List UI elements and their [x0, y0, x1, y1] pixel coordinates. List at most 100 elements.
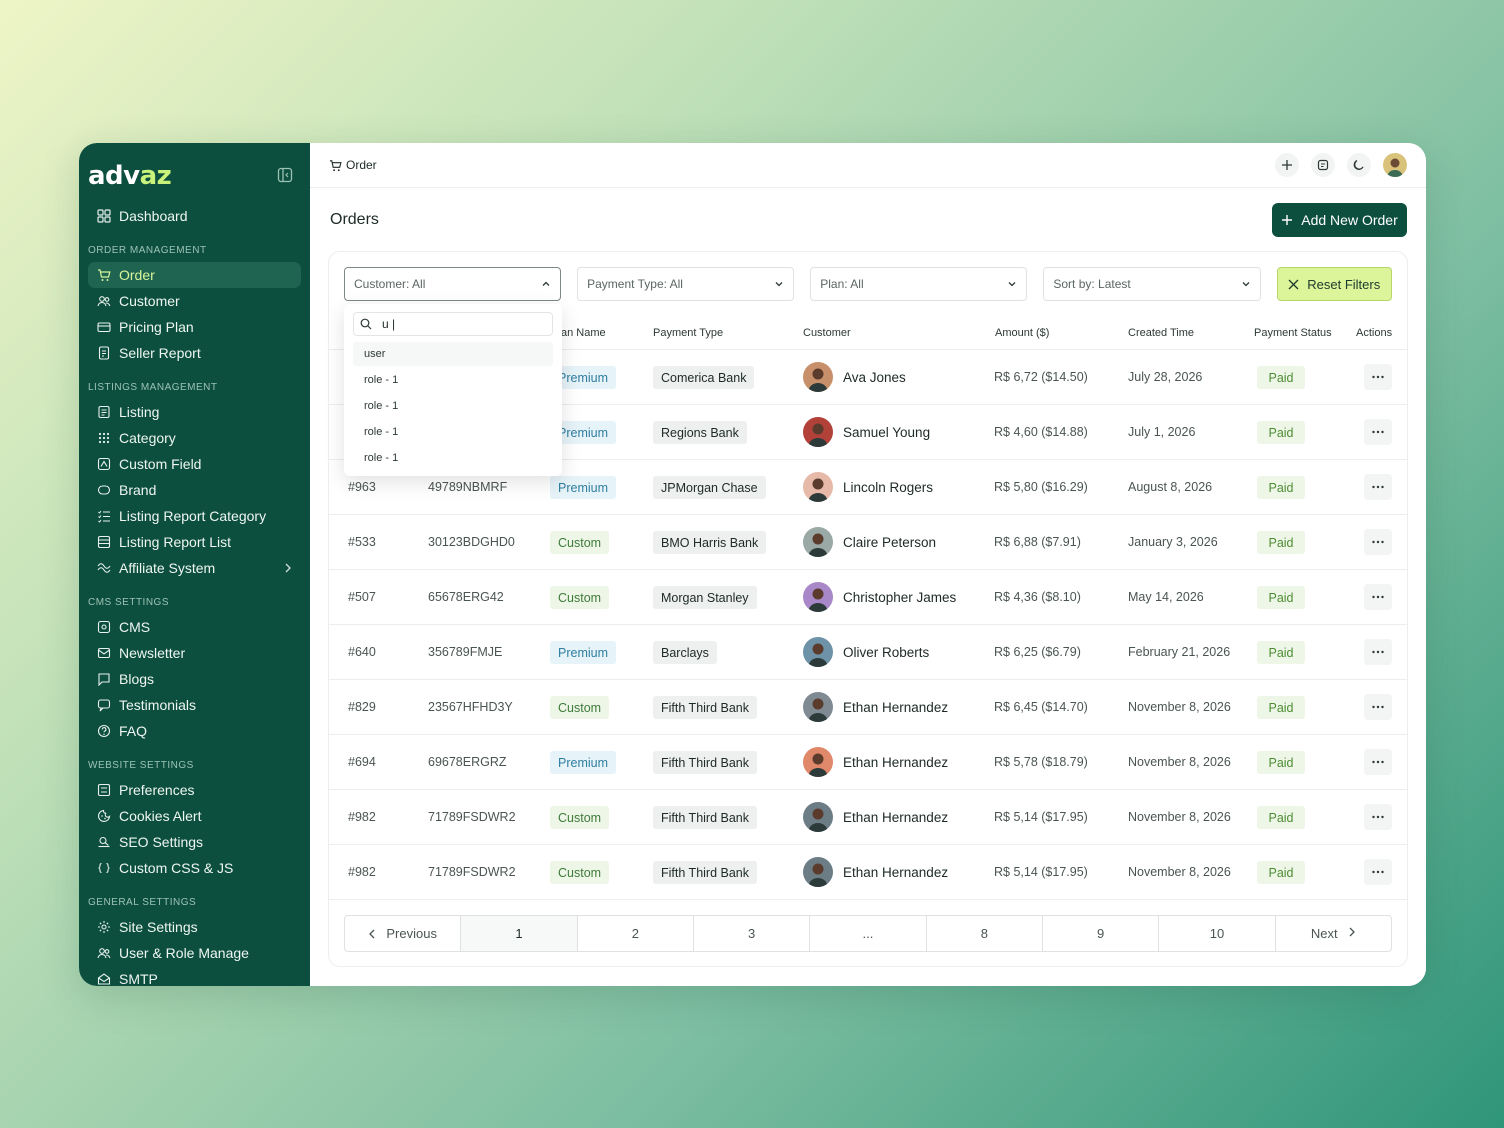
sidebar-item-user-role-manage[interactable]: User & Role Manage — [88, 940, 301, 966]
sidebar-item-brand[interactable]: Brand — [88, 477, 301, 503]
row-actions-button[interactable] — [1364, 859, 1392, 885]
row-actions-button[interactable] — [1364, 694, 1392, 720]
previous-page-button[interactable]: Previous — [345, 916, 462, 951]
dropdown-option[interactable]: user — [353, 342, 553, 366]
notes-icon[interactable] — [1311, 153, 1335, 177]
row-actions-button[interactable] — [1364, 804, 1392, 830]
sidebar-item-seller-report[interactable]: Seller Report — [88, 340, 301, 366]
customer-name[interactable]: Samuel Young — [843, 425, 930, 440]
plus-icon[interactable] — [1275, 153, 1299, 177]
sort-filter[interactable]: Sort by: Latest — [1043, 267, 1261, 301]
table-row[interactable]: #640 356789FMJE Premium Barclays Oliver Robe… — [329, 625, 1407, 680]
sidebar-item-listing-report-category[interactable]: Listing Report Category — [88, 503, 301, 529]
row-actions-button[interactable] — [1364, 364, 1392, 390]
chat-icon — [97, 698, 111, 712]
add-new-order-button[interactable]: Add New Order — [1272, 203, 1407, 237]
customer-name[interactable]: Ava Jones — [843, 370, 906, 385]
customer-name[interactable]: Christopher James — [843, 590, 956, 605]
created-time: November 8, 2026 — [1128, 755, 1231, 769]
blog-icon — [97, 672, 111, 686]
mail-icon — [97, 972, 111, 986]
row-actions-button[interactable] — [1364, 529, 1392, 555]
header-payment-type[interactable]: Payment Type — [653, 327, 723, 339]
page-button[interactable]: 9 — [1043, 916, 1160, 951]
table-row[interactable]: #829 23567HFHD3Y Custom Fifth Third Bank Eth… — [329, 680, 1407, 735]
amount: R$ 4,60 ($14.88) — [994, 425, 1088, 439]
sidebar-item-dashboard[interactable]: Dashboard — [88, 203, 301, 229]
sidebar-item-affiliate-system[interactable]: Affiliate System — [88, 555, 301, 581]
sidebar-item-site-settings[interactable]: Site Settings — [88, 914, 301, 940]
sidebar-item-custom-css-js[interactable]: Custom CSS & JS — [88, 855, 301, 881]
dropdown-option[interactable]: role - 1 — [353, 394, 553, 418]
customer-name[interactable]: Ethan Hernandez — [843, 755, 948, 770]
customer-name[interactable]: Claire Peterson — [843, 535, 936, 550]
header-amount[interactable]: Amount ($) — [995, 327, 1049, 339]
page-button[interactable]: 8 — [927, 916, 1043, 951]
sidebar-item-cms[interactable]: CMS — [88, 614, 301, 640]
sort-filter-label: Sort by: Latest — [1053, 277, 1131, 291]
chevron-up-icon — [542, 281, 550, 286]
row-actions-button[interactable] — [1364, 419, 1392, 445]
page-button[interactable]: 2 — [578, 916, 694, 951]
sidebar-item-blogs[interactable]: Blogs — [88, 666, 301, 692]
sidebar-item-cookies-alert[interactable]: Cookies Alert — [88, 803, 301, 829]
sidebar-item-faq[interactable]: FAQ — [88, 718, 301, 744]
reset-filters-button[interactable]: Reset Filters — [1276, 267, 1392, 301]
page-button[interactable]: 10 — [1159, 916, 1276, 951]
logo[interactable]: advaz — [88, 161, 172, 191]
user-avatar[interactable] — [1383, 153, 1407, 177]
sidebar-item-listing-report-list[interactable]: Listing Report List — [88, 529, 301, 555]
sidebar-item-preferences[interactable]: Preferences — [88, 777, 301, 803]
header-payment-status[interactable]: Payment Status — [1254, 327, 1332, 339]
customer-name[interactable]: Lincoln Rogers — [843, 480, 933, 495]
sidebar-item-customer[interactable]: Customer — [88, 288, 301, 314]
table-row[interactable]: #507 65678ERG42 Custom Morgan Stanley Christ… — [329, 570, 1407, 625]
cart-icon — [97, 268, 111, 282]
dropdown-search-input[interactable]: u | — [353, 312, 553, 336]
sidebar-item-listing[interactable]: Listing — [88, 399, 301, 425]
next-page-button[interactable]: Next — [1276, 916, 1391, 951]
table-row[interactable]: #982 71789FSDWR2 Custom Fifth Third Bank Eth… — [329, 845, 1407, 900]
row-actions-button[interactable] — [1364, 749, 1392, 775]
customer-name[interactable]: Ethan Hernandez — [843, 700, 948, 715]
sidebar-item-seo-settings[interactable]: SEO Settings — [88, 829, 301, 855]
table-row[interactable]: #982 71789FSDWR2 Custom Fifth Third Bank Eth… — [329, 790, 1407, 845]
dropdown-option[interactable]: role - 1 — [353, 368, 553, 392]
table-row[interactable]: #694 69678ERGRZ Premium Fifth Third Bank Eth… — [329, 735, 1407, 790]
header-created-time[interactable]: Created Time — [1128, 327, 1194, 339]
customer-name[interactable]: Ethan Hernandez — [843, 810, 948, 825]
breadcrumb-current[interactable]: Order — [346, 158, 377, 172]
row-actions-button[interactable] — [1364, 474, 1392, 500]
sidebar-item-order[interactable]: Order — [88, 262, 301, 288]
row-actions-button[interactable] — [1364, 639, 1392, 665]
sidebar-item-smtp[interactable]: SMTP — [88, 966, 301, 986]
page-button[interactable]: 1 — [461, 916, 578, 951]
sidebar-item-pricing-plan[interactable]: Pricing Plan — [88, 314, 301, 340]
logo-text-accent: az — [139, 161, 172, 191]
customer-name[interactable]: Ethan Hernandez — [843, 865, 948, 880]
plan-filter-label: Plan: All — [820, 277, 864, 291]
page-button[interactable]: ... — [810, 916, 927, 951]
pagination: Previous 1 2 3... 8 9 10 Next — [344, 915, 1392, 952]
plan-filter[interactable]: Plan: All — [810, 267, 1028, 301]
sidebar-item-category[interactable]: Category — [88, 425, 301, 451]
top-actions — [1275, 153, 1407, 177]
dropdown-option[interactable]: role - 1 — [353, 446, 553, 470]
row-actions-button[interactable] — [1364, 584, 1392, 610]
status-badge: Paid — [1257, 586, 1305, 609]
sidebar-collapse-icon[interactable] — [277, 167, 295, 185]
amount: R$ 4,36 ($8.10) — [994, 590, 1081, 604]
sidebar-item-custom-field[interactable]: Custom Field — [88, 451, 301, 477]
gear-icon — [97, 920, 111, 934]
payment-type-filter[interactable]: Payment Type: All — [577, 267, 795, 301]
moon-icon[interactable] — [1347, 153, 1371, 177]
table-row[interactable]: #533 30123BDGHD0 Custom BMO Harris Bank Clai… — [329, 515, 1407, 570]
sidebar-item-newsletter[interactable]: Newsletter — [88, 640, 301, 666]
header-plan-name[interactable]: an Name — [561, 327, 606, 339]
dropdown-option[interactable]: role - 1 — [353, 420, 553, 444]
sidebar-item-testimonials[interactable]: Testimonials — [88, 692, 301, 718]
header-customer[interactable]: Customer — [803, 327, 851, 339]
customer-name[interactable]: Oliver Roberts — [843, 645, 929, 660]
page-button[interactable]: 3 — [694, 916, 811, 951]
customer-filter[interactable]: Customer: All — [344, 267, 562, 301]
